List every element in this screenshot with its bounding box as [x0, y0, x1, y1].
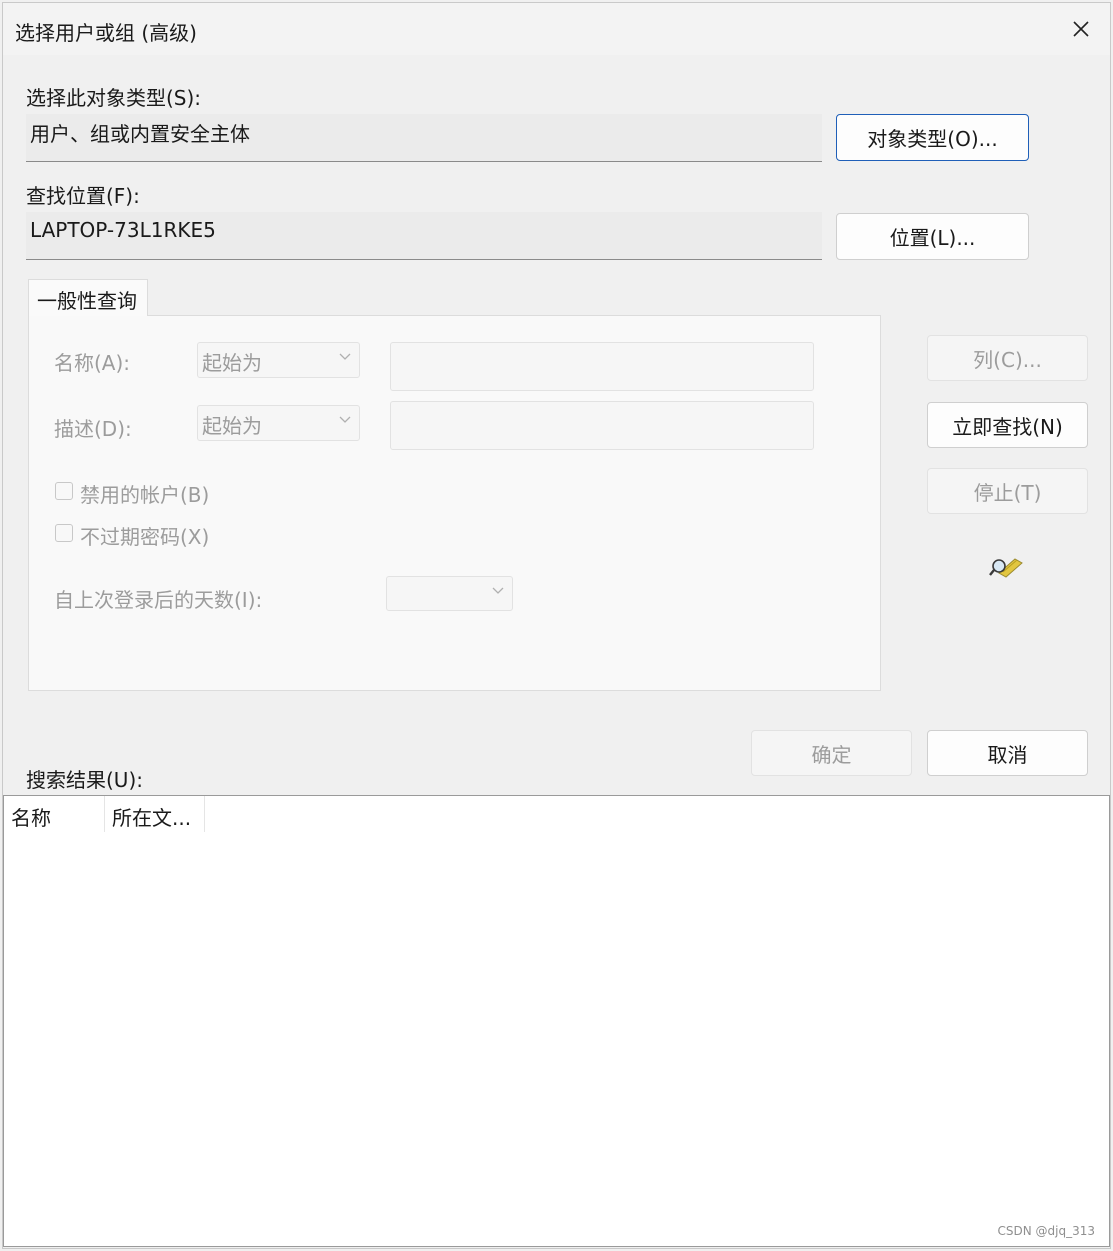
- name-match-value: 起始为: [202, 351, 262, 375]
- days-since-login-select[interactable]: [386, 576, 513, 611]
- chevron-down-icon: [339, 353, 351, 360]
- stop-button[interactable]: 停止(T): [927, 468, 1088, 514]
- object-type-field: 用户、组或内置安全主体: [26, 114, 822, 162]
- name-match-select[interactable]: 起始为: [197, 342, 360, 378]
- chevron-down-icon: [339, 416, 351, 423]
- non-expiring-password-checkbox[interactable]: [55, 524, 73, 542]
- object-type-value: 用户、组或内置安全主体: [30, 122, 250, 146]
- name-input[interactable]: [390, 342, 814, 391]
- watermark: CSDN @djq_313: [997, 1224, 1096, 1238]
- title-bar: 选择用户或组 (高级): [3, 3, 1110, 55]
- search-results-label: 搜索结果(U):: [26, 768, 143, 792]
- description-input[interactable]: [390, 401, 814, 450]
- search-results-list[interactable]: 名称 所在文... CSDN @djq_313: [3, 795, 1110, 1247]
- description-label: 描述(D):: [54, 417, 132, 441]
- description-match-select[interactable]: 起始为: [197, 405, 360, 441]
- window-title: 选择用户或组 (高级): [15, 21, 197, 45]
- cancel-button[interactable]: 取消: [927, 730, 1088, 776]
- general-query-panel: 名称(A): 起始为 描述(D): 起始为 禁用的帐户(B) 不过期密码(X) …: [28, 315, 881, 691]
- chevron-down-icon: [492, 587, 504, 594]
- name-label: 名称(A):: [54, 351, 131, 375]
- ok-button[interactable]: 确定: [751, 730, 912, 776]
- location-field: LAPTOP-73L1RKE5: [26, 212, 822, 260]
- close-icon: [1073, 21, 1089, 37]
- close-button[interactable]: [1052, 3, 1110, 55]
- tab-general-query[interactable]: 一般性查询: [28, 279, 148, 316]
- locations-button[interactable]: 位置(L)...: [836, 213, 1029, 260]
- column-header-folder[interactable]: 所在文...: [105, 796, 205, 832]
- location-value: LAPTOP-73L1RKE5: [30, 218, 216, 242]
- days-since-login-label: 自上次登录后的天数(I):: [54, 588, 263, 612]
- search-magnifier-icon: [989, 551, 1023, 584]
- disabled-accounts-label: 禁用的帐户(B): [80, 483, 210, 507]
- object-type-label: 选择此对象类型(S):: [26, 86, 202, 110]
- column-header-name[interactable]: 名称: [4, 796, 105, 832]
- find-now-button[interactable]: 立即查找(N): [927, 402, 1088, 448]
- location-label: 查找位置(F):: [26, 184, 140, 208]
- columns-button[interactable]: 列(C)...: [927, 335, 1088, 381]
- disabled-accounts-checkbox[interactable]: [55, 482, 73, 500]
- description-match-value: 起始为: [202, 414, 262, 438]
- object-types-button[interactable]: 对象类型(O)...: [836, 114, 1029, 161]
- non-expiring-password-label: 不过期密码(X): [80, 525, 210, 549]
